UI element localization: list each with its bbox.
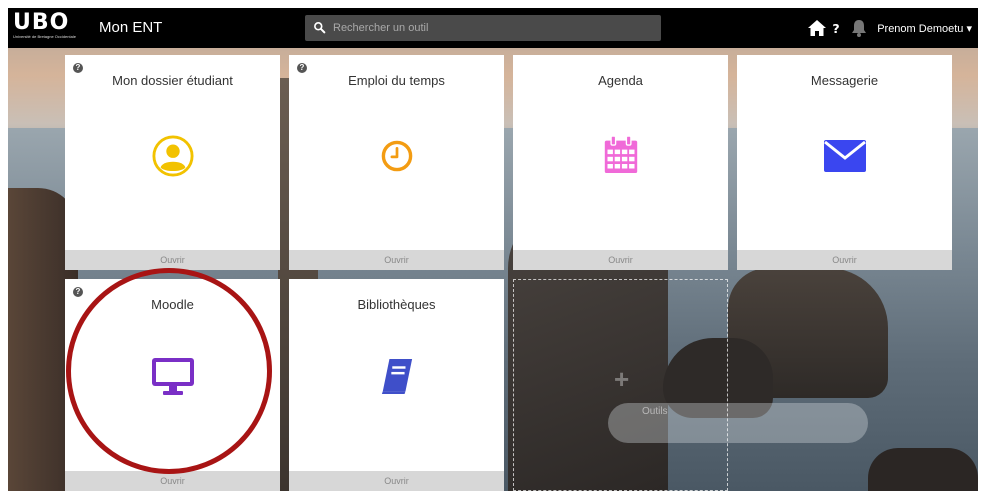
clock-icon (381, 140, 412, 172)
caret-down-icon: ▾ (966, 22, 972, 35)
tile-emploi-du-temps[interactable]: ? Emploi du temps Ouvrir (289, 55, 504, 270)
help-icon[interactable]: ? (73, 63, 83, 73)
tile-title: Agenda (598, 73, 643, 88)
background-rock (868, 448, 978, 491)
open-button[interactable]: Ouvrir (289, 471, 504, 491)
ubo-logo[interactable]: UBO Université de Bretagne Occidentale (13, 12, 87, 44)
open-button[interactable]: Ouvrir (65, 471, 280, 491)
app-title: Mon ENT (99, 19, 163, 36)
bell-icon[interactable] (849, 18, 869, 38)
tile-bibliotheques[interactable]: Bibliothèques Ouvrir (289, 279, 504, 491)
top-bar: UBO Université de Bretagne Occidentale M… (8, 8, 978, 48)
ent-screen: UBO Université de Bretagne Occidentale M… (8, 8, 978, 491)
user-menu[interactable]: Prenom Demoetu ▾ (877, 22, 972, 35)
logo-subtitle: Université de Bretagne Occidentale (13, 34, 76, 39)
book-icon (381, 359, 412, 394)
tile-title: Bibliothèques (357, 297, 436, 312)
plus-icon: + (614, 364, 630, 394)
add-tool-label: Outils (642, 406, 668, 417)
highlight-circle (66, 268, 272, 474)
open-button[interactable]: Ouvrir (513, 250, 728, 270)
tile-messagerie[interactable]: Messagerie Ouvrir (737, 55, 952, 270)
header-tools: ? Prenom Demoetu ▾ (807, 8, 978, 48)
open-button[interactable]: Ouvrir (289, 250, 504, 270)
calendar-icon (604, 135, 637, 173)
envelope-icon (823, 140, 866, 172)
user-circle-icon (151, 135, 194, 177)
search-box[interactable] (305, 15, 661, 41)
add-tool-slot[interactable]: + Outils (513, 279, 728, 491)
tile-mon-dossier-etudiant[interactable]: ? Mon dossier étudiant Ouvrir (65, 55, 280, 270)
tile-title: Messagerie (810, 73, 879, 88)
home-icon[interactable] (807, 18, 827, 38)
search-icon (314, 22, 326, 34)
help-icon[interactable]: ? (831, 18, 845, 38)
search-input[interactable] (333, 18, 653, 38)
open-button[interactable]: Ouvrir (65, 250, 280, 270)
help-icon[interactable]: ? (297, 63, 307, 73)
logo-text: UBO (13, 10, 70, 35)
user-name: Prenom Demoetu (877, 22, 964, 35)
svg-text:?: ? (833, 21, 840, 36)
tile-title: Mon dossier étudiant (112, 73, 233, 88)
tile-title: Emploi du temps (348, 73, 445, 88)
tile-agenda[interactable]: Agenda Ouvrir (513, 55, 728, 270)
help-icon[interactable]: ? (73, 287, 83, 297)
open-button[interactable]: Ouvrir (737, 250, 952, 270)
